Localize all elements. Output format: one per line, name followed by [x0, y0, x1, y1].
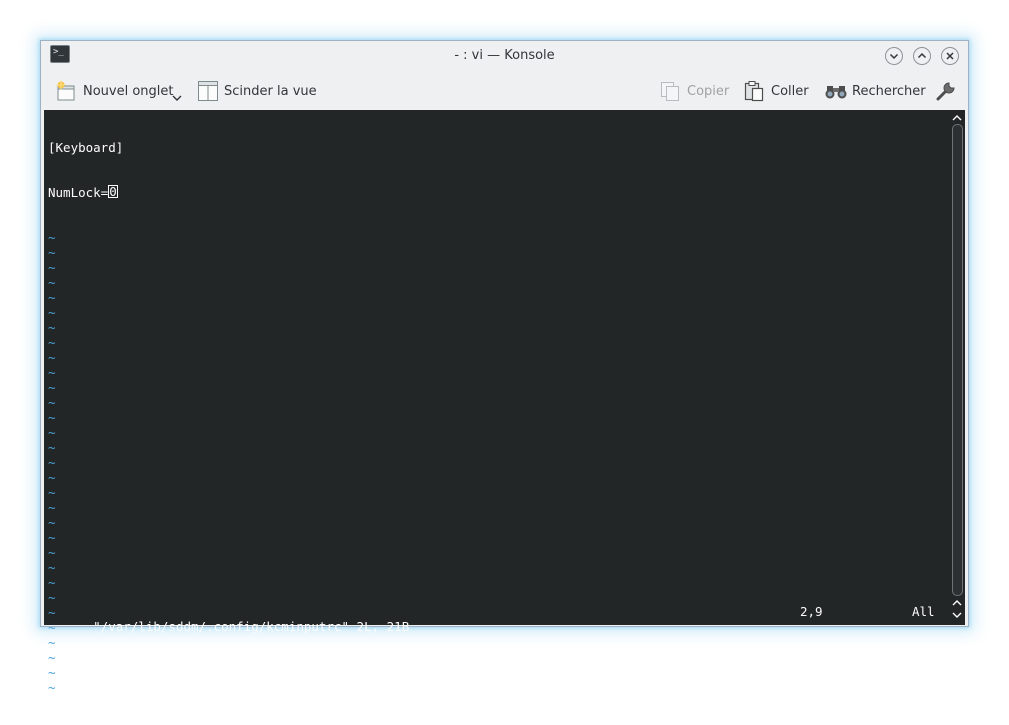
new-tab-menu-arrow[interactable]: [171, 86, 183, 110]
tilde-marker: ~: [48, 290, 56, 305]
tilde-marker: ~: [48, 485, 56, 500]
tilde-marker: ~: [48, 260, 56, 275]
new-tab-button[interactable]: Nouvel onglet: [55, 79, 174, 103]
tilde-marker: ~: [48, 530, 56, 545]
status-file-info: "/var/lib/sddm/.config/kcminputrc" 2L, 2…: [93, 619, 410, 634]
tilde-marker: ~: [48, 590, 56, 605]
tilde-marker: ~: [48, 440, 56, 455]
tilde-marker: ~: [48, 515, 56, 530]
tilde-marker: ~: [48, 635, 56, 650]
copy-label: Copier: [687, 83, 730, 99]
chevron-down-icon: [889, 53, 899, 60]
paste-icon: [744, 81, 764, 102]
status-scroll-position: All: [912, 604, 935, 619]
line-text: NumLock=: [48, 185, 109, 200]
tilde-marker: ~: [48, 275, 56, 290]
scroll-up-icon[interactable]: [951, 598, 963, 608]
split-view-button[interactable]: Scinder la vue: [197, 79, 317, 103]
close-button[interactable]: [941, 47, 959, 65]
tilde-marker: ~: [48, 470, 56, 485]
tilde-marker: ~: [48, 560, 56, 575]
copy-button[interactable]: Copier: [659, 79, 729, 103]
tilde-marker: ~: [48, 650, 56, 665]
tilde-marker: ~: [48, 350, 56, 365]
status-cursor-position: 2,9: [800, 604, 823, 619]
find-button[interactable]: Rechercher: [824, 79, 926, 103]
tilde-marker: ~: [48, 410, 56, 425]
tilde-marker: ~: [48, 365, 56, 380]
tilde-marker: ~: [48, 575, 56, 590]
scroll-down-icon[interactable]: [951, 610, 963, 620]
split-view-label: Scinder la vue: [224, 83, 317, 99]
find-label: Rechercher: [852, 83, 926, 99]
close-icon: [946, 52, 954, 60]
wrench-icon: [936, 82, 955, 101]
tilde-marker: ~: [48, 320, 56, 335]
chevron-up-icon: [917, 52, 927, 59]
tilde-marker: ~: [48, 680, 56, 695]
tilde-marker: ~: [48, 500, 56, 515]
paste-button[interactable]: Coller: [743, 79, 809, 103]
terminal-line: [Keyboard]: [48, 140, 948, 155]
terminal-view[interactable]: [Keyboard] NumLock=0 ~ ~ ~ ~ ~ ~ ~ ~ ~ ~ ~ ~ ~ ~ ~ ~ ~ ~ ~…: [44, 110, 965, 695]
terminal-text-area[interactable]: [Keyboard] NumLock=0 ~ ~ ~ ~ ~ ~ ~ ~ ~ ~ ~ ~ ~ ~ ~ ~ ~ ~ ~…: [48, 110, 948, 695]
tilde-marker: ~: [48, 335, 56, 350]
maximize-button[interactable]: [913, 47, 931, 65]
split-view-icon: [198, 81, 218, 101]
tilde-marker: ~: [48, 455, 56, 470]
settings-button[interactable]: [935, 79, 957, 103]
scroll-up-icon[interactable]: [951, 113, 963, 123]
tilde-marker: ~: [48, 230, 56, 245]
line-text: [Keyboard]: [48, 140, 124, 155]
tilde-marker: ~: [48, 425, 56, 440]
new-tab-label: Nouvel onglet: [83, 83, 174, 99]
title-bar[interactable]: >_ - : vi — Konsole: [41, 41, 968, 72]
tilde-marker: ~: [48, 305, 56, 320]
binoculars-icon: [825, 86, 847, 99]
terminal-line: NumLock=0: [48, 185, 948, 200]
tilde-marker: ~: [48, 665, 56, 680]
tilde-marker: ~: [48, 395, 56, 410]
vertical-scrollbar[interactable]: [949, 110, 965, 625]
main-toolbar: Nouvel onglet Scinder la vue Copier Coll…: [41, 72, 968, 110]
tilde-marker: ~: [48, 380, 56, 395]
tilde-marker: ~: [48, 545, 56, 560]
vi-status-line: "/var/lib/sddm/.config/kcminputrc" 2L, 2…: [48, 604, 943, 634]
text-cursor: 0: [108, 184, 118, 199]
copy-icon: [661, 82, 679, 101]
minimize-button[interactable]: [885, 47, 903, 65]
window-title: - : vi — Konsole: [454, 48, 555, 63]
chevron-down-icon: [172, 95, 182, 101]
konsole-window: >_ - : vi — Konsole Nouvel onglet Scinde…: [40, 40, 969, 695]
paste-label: Coller: [771, 83, 809, 99]
new-tab-icon: [56, 80, 75, 101]
scrollbar-track[interactable]: [952, 124, 963, 596]
tilde-marker: ~: [48, 245, 56, 260]
